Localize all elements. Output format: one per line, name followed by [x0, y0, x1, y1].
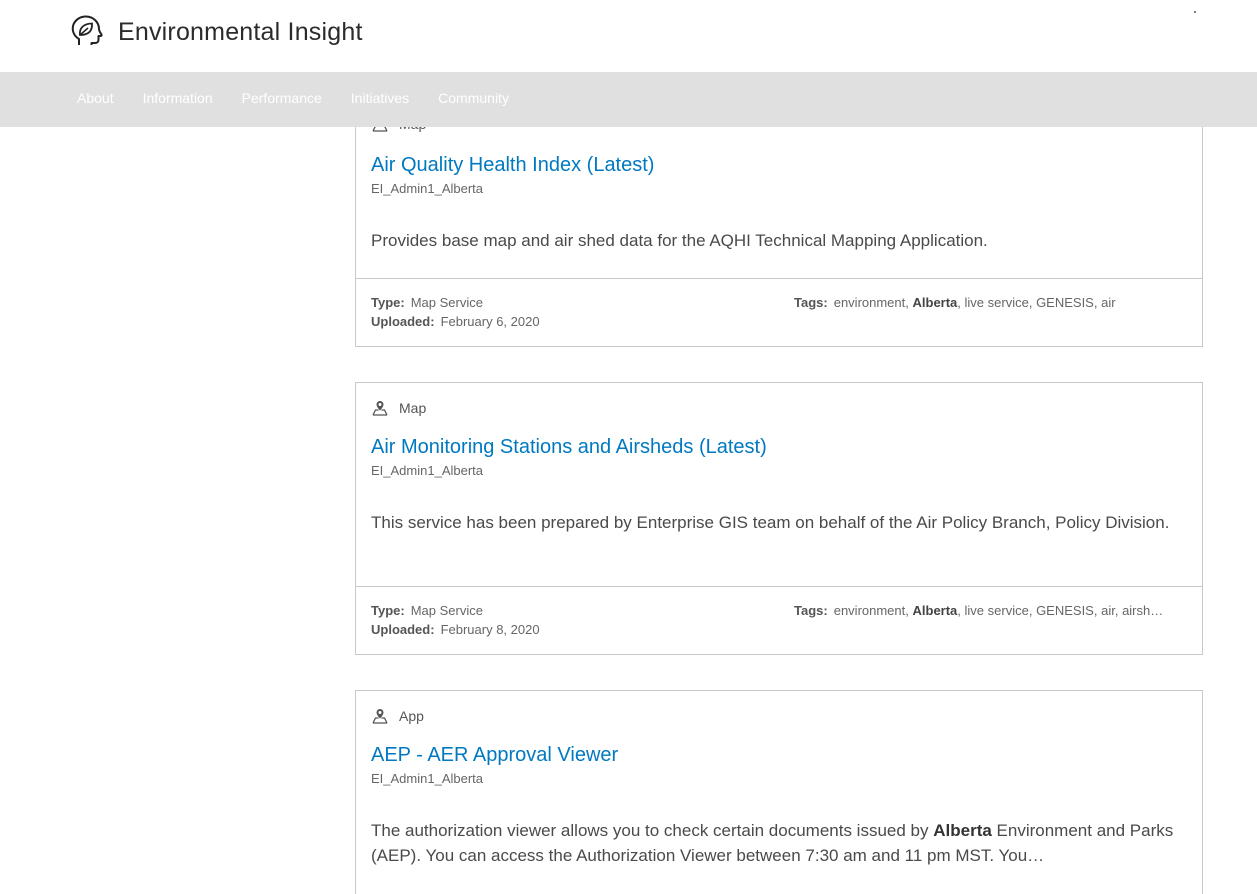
tag[interactable]: environment	[834, 295, 906, 310]
card-description: This service has been prepared by Enterp…	[371, 513, 1170, 532]
card-meta: Type: Map Service Uploaded: February 8, 20…	[356, 586, 1202, 655]
card-meta: Type: Map Service Uploaded: February 6, 20…	[356, 278, 1202, 347]
map-pin-icon	[372, 709, 388, 724]
tag[interactable]: GENESIS	[1036, 603, 1094, 618]
meta-type: Type: Map Service	[371, 603, 483, 618]
nav-list: About Information Performance Initiative…	[77, 90, 538, 106]
nav-item-information[interactable]: Information	[143, 90, 213, 106]
type-value: Map Service	[410, 603, 483, 618]
card-title-link[interactable]: Air Monitoring Stations and Airsheds (La…	[371, 436, 767, 459]
uploaded-value: February 6, 2020	[440, 314, 540, 329]
tag[interactable]: Alberta	[913, 295, 958, 310]
card-title-link[interactable]: Air Quality Health Index (Latest)	[371, 154, 654, 177]
tag[interactable]: airsh…	[1122, 603, 1163, 618]
card-type: Map	[371, 399, 426, 417]
result-card: Map Air Monitoring Stations and Airsheds…	[355, 382, 1203, 655]
map-pin-icon	[372, 401, 388, 416]
head-with-leaf-icon	[71, 15, 103, 45]
tags-label: Tags:	[794, 295, 828, 310]
tag[interactable]: live service	[965, 295, 1029, 310]
tag[interactable]: air	[1101, 295, 1115, 310]
meta-tags: Tags: environment, Alberta, live service,…	[794, 295, 1116, 310]
card-description: The authorization viewer allows you to c…	[371, 818, 1189, 868]
type-label: Type:	[371, 295, 405, 310]
type-label: Type:	[371, 603, 405, 618]
card-owner: EI_Admin1_Alberta	[371, 463, 484, 478]
nav-item-initiatives[interactable]: Initiatives	[351, 90, 409, 106]
tags-label: Tags:	[794, 603, 828, 618]
tag[interactable]: environment	[834, 603, 906, 618]
header-dot	[1194, 11, 1196, 13]
tag[interactable]: GENESIS	[1036, 295, 1094, 310]
site-header: Environmental Insight	[0, 0, 1257, 72]
card-type-label: Map	[399, 400, 427, 416]
card-owner: EI_Admin1_Alberta	[371, 181, 484, 196]
nav-item-performance[interactable]: Performance	[242, 90, 322, 106]
meta-uploaded: Uploaded: February 6, 2020	[371, 314, 540, 329]
site-title: Environmental Insight	[118, 17, 363, 46]
uploaded-label: Uploaded:	[371, 314, 435, 329]
tag[interactable]: live service	[965, 603, 1029, 618]
meta-tags: Tags: environment, Alberta, live service,…	[794, 603, 1164, 618]
card-type-label: App	[399, 708, 424, 724]
description-text: The authorization viewer allows you to c…	[371, 821, 934, 840]
results-list: Map Air Quality Health Index (Latest) EI…	[0, 0, 1257, 894]
nav-item-about[interactable]: About	[77, 90, 114, 106]
card-owner: EI_Admin1_Alberta	[371, 771, 484, 786]
type-value: Map Service	[410, 295, 483, 310]
main-nav: About Information Performance Initiative…	[0, 72, 1257, 127]
result-card: App AEP - AER Approval Viewer EI_Admin1_…	[355, 690, 1203, 894]
card-title-link[interactable]: AEP - AER Approval Viewer	[371, 744, 618, 767]
card-description: Provides base map and air shed data for …	[371, 231, 988, 250]
brand[interactable]: Environmental Insight	[68, 14, 363, 50]
tag[interactable]: air	[1101, 603, 1115, 618]
uploaded-label: Uploaded:	[371, 622, 435, 637]
uploaded-value: February 8, 2020	[440, 622, 540, 637]
result-card: Map Air Quality Health Index (Latest) EI…	[355, 100, 1203, 347]
card-type: App	[371, 707, 424, 725]
nav-item-community[interactable]: Community	[438, 90, 509, 106]
tag[interactable]: Alberta	[913, 603, 958, 618]
meta-uploaded: Uploaded: February 8, 2020	[371, 622, 540, 637]
description-highlight: Alberta	[933, 821, 992, 840]
meta-type: Type: Map Service	[371, 295, 483, 310]
